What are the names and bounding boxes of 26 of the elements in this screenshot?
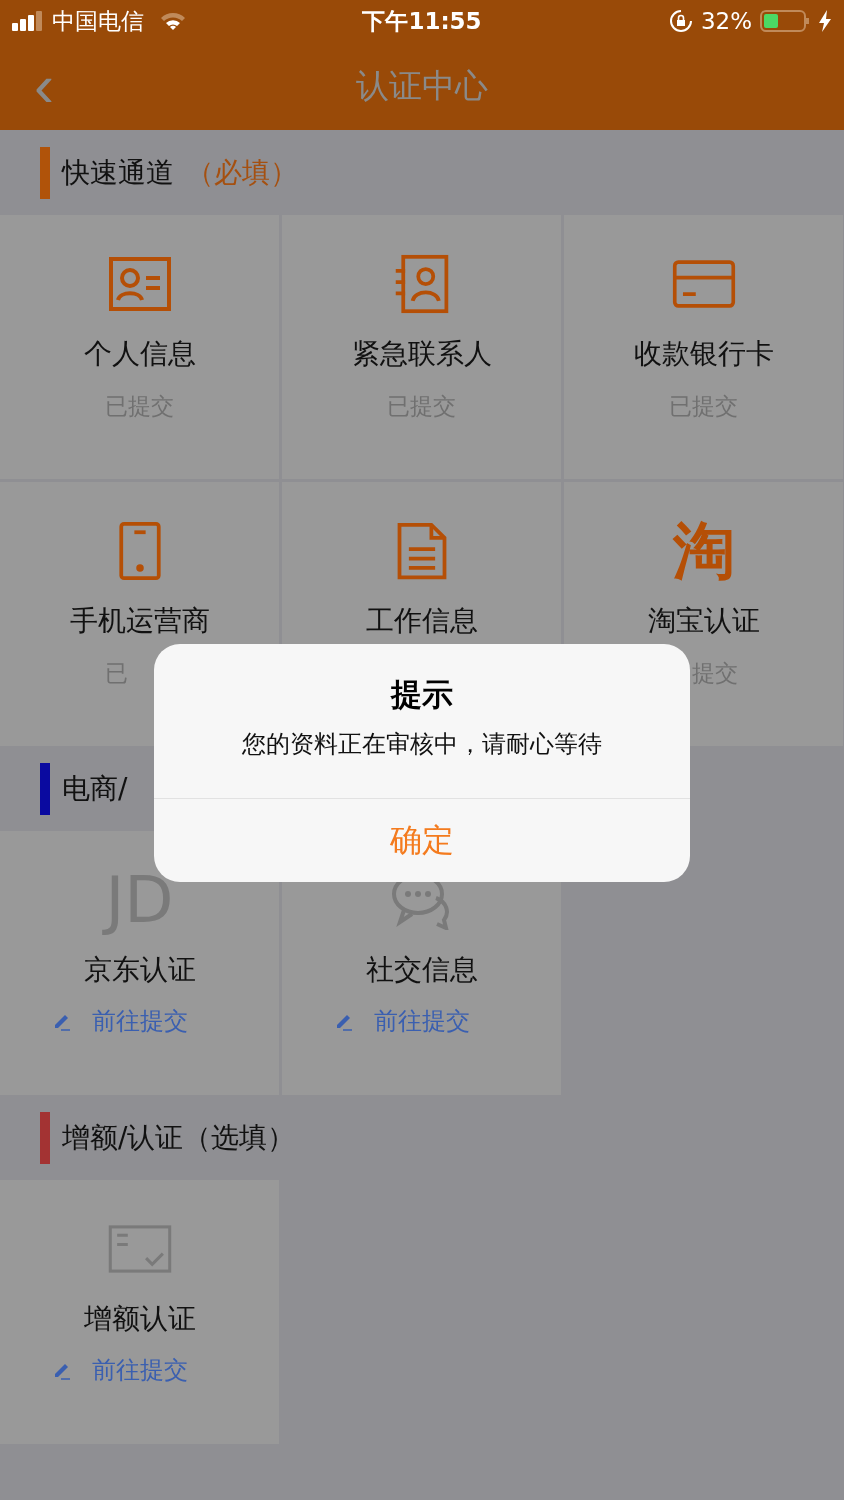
card-title: 手机运营商 bbox=[69, 603, 210, 639]
card-title: 个人信息 bbox=[83, 336, 196, 372]
logo-mark: 淘 bbox=[672, 520, 735, 582]
section-title: 电商/ bbox=[62, 770, 128, 807]
card-title: 紧急联系人 bbox=[351, 336, 492, 372]
card-title: 淘宝认证 bbox=[647, 603, 760, 639]
auth-card[interactable]: 增额认证 前往提交 bbox=[0, 1180, 279, 1444]
required-note: （必填） bbox=[186, 154, 298, 191]
wifi-icon bbox=[160, 11, 186, 31]
battery-icon bbox=[760, 10, 810, 32]
page-title: 认证中心 bbox=[356, 64, 488, 107]
signal-icon bbox=[12, 11, 44, 31]
card-title: 工作信息 bbox=[365, 603, 478, 639]
id-card-icon bbox=[107, 254, 172, 314]
clock: 下午11:55 bbox=[362, 6, 482, 36]
card-title: 社交信息 bbox=[365, 952, 478, 988]
charging-bolt-icon bbox=[818, 10, 832, 32]
dialog-title: 提示 bbox=[391, 675, 453, 714]
carrier-name: 中国电信 bbox=[52, 6, 144, 36]
rotation-lock-icon bbox=[668, 9, 693, 33]
section-title: 增额/认证（选填） bbox=[62, 1119, 296, 1156]
battery-percent: 32% bbox=[700, 8, 752, 34]
card-title: 增额认证 bbox=[83, 1301, 196, 1337]
card-title: 京东认证 bbox=[83, 952, 196, 988]
card-title: 收款银行卡 bbox=[633, 336, 774, 372]
section-title: 快速通道 bbox=[62, 154, 174, 191]
